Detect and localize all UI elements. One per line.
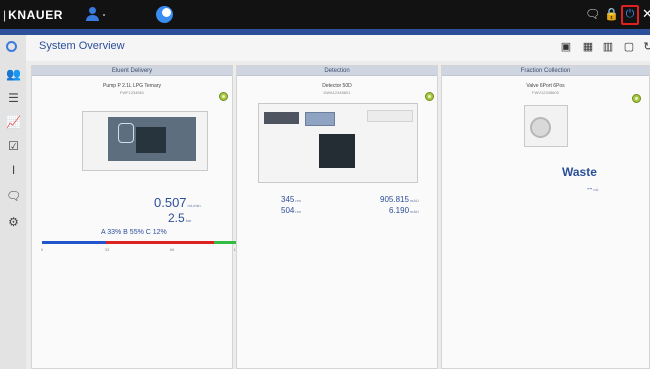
wavelength-2-unit: nm	[295, 209, 301, 214]
composition-text: A 33% B 55% C 12%	[101, 229, 167, 236]
brand-logo: | KNAUER	[3, 7, 63, 23]
flow-readout: 0.507mL/min	[154, 195, 201, 210]
volume-unit: mL	[593, 187, 599, 192]
top-bar: | KNAUER 🗨 🔒 ⏻ ✕	[0, 0, 650, 29]
home-icon[interactable]	[6, 41, 17, 52]
device-serial: FWV12345600	[532, 90, 559, 95]
composition-a	[42, 241, 107, 244]
chat-sidebar-icon[interactable]: 🗨	[6, 189, 21, 204]
pump-image	[78, 109, 218, 175]
title-row: System Overview ▣ ▦ ▥ ▢ ↻	[6, 35, 650, 61]
power-icon[interactable]: ⏻	[621, 5, 639, 25]
wavelength-1: 345nm	[281, 195, 301, 204]
device-name: Pump P 2.1L LPG Ternary	[103, 83, 161, 89]
single-view-icon[interactable]: ▢	[623, 41, 635, 53]
wavelength-2-value: 504	[281, 206, 295, 215]
composition-scale: 03366100	[40, 247, 240, 253]
signal-2-unit: mAU	[410, 209, 419, 214]
list-icon[interactable]: ☰	[6, 91, 21, 106]
signal-2: 6.190mAU	[389, 206, 419, 215]
pressure-unit: bar	[185, 218, 192, 223]
tile-view-icon[interactable]: ▦	[582, 41, 594, 53]
status-icon[interactable]	[425, 92, 434, 101]
cursor-icon[interactable]: I	[6, 163, 21, 178]
chat-icon[interactable]: 🗨	[585, 6, 600, 22]
valve-position: Waste	[562, 165, 597, 179]
status-icon[interactable]	[219, 92, 228, 101]
device-serial: FWF1234561	[119, 90, 145, 95]
lock-icon[interactable]: 🔒	[604, 6, 619, 22]
pressure-readout: 2.5bar	[168, 211, 191, 225]
panel-header-fraction: Fraction Collection	[442, 66, 649, 76]
grid-view-icon[interactable]: ▣	[560, 41, 572, 53]
logo-icon	[156, 6, 173, 23]
scale-tick: 66	[169, 247, 175, 252]
composition-c	[213, 241, 237, 244]
pressure-value: 2.5	[168, 211, 185, 225]
users-icon[interactable]: 👥	[6, 67, 21, 82]
brand-name: KNAUER	[8, 8, 64, 22]
status-icon[interactable]	[632, 94, 641, 103]
panel-fraction-collection: Fraction Collection Valve 6Port 6Pos FWV…	[441, 65, 650, 369]
device-serial: DWA12345601	[323, 90, 351, 95]
device-name: Valve 6Port 6Pos	[526, 83, 565, 89]
composition-bar	[42, 241, 237, 244]
user-status-dot	[103, 14, 105, 16]
app-window: | KNAUER 🗨 🔒 ⏻ ✕ 👥 ☰ 📈 ☑ I 🗨 ⚙ System Ov…	[0, 0, 650, 369]
brand-mark: |	[3, 8, 7, 22]
scale-tick: 0	[40, 247, 44, 252]
flow-unit: mL/min	[187, 203, 201, 208]
panel-eluent-delivery: Eluent Delivery Pump P 2.1L LPG Ternary …	[31, 65, 240, 369]
volume-readout: --mL	[587, 184, 599, 193]
user-icon[interactable]	[85, 7, 99, 22]
panel-header-eluent: Eluent Delivery	[32, 66, 232, 76]
chart-icon[interactable]: 📈	[6, 115, 21, 130]
signal-2-value: 6.190	[389, 206, 410, 215]
checkbox-icon[interactable]: ☑	[6, 139, 21, 154]
flow-value: 0.507	[154, 195, 187, 210]
signal-1-unit: mAU	[409, 198, 419, 203]
panel-header-detection: Detection	[237, 66, 437, 76]
valve-image	[524, 105, 568, 147]
wavelength-2: 504nm	[281, 206, 301, 215]
close-icon[interactable]: ✕	[642, 6, 650, 22]
signal-1: 905.815mAU	[380, 195, 419, 204]
device-name: Detector 50D	[322, 83, 352, 89]
scale-tick: 33	[104, 247, 110, 252]
composition-b	[106, 241, 214, 244]
wavelength-1-unit: nm	[295, 198, 301, 203]
signal-1-value: 905.815	[380, 195, 409, 204]
panel-detection: Detection Detector 50D DWA12345601 345nm…	[236, 65, 438, 369]
wavelength-1-value: 345	[281, 195, 295, 204]
refresh-icon[interactable]: ↻	[642, 41, 650, 53]
column-view-icon[interactable]: ▥	[602, 41, 614, 53]
sidebar: 👥 ☰ 📈 ☑ I 🗨 ⚙	[0, 35, 26, 369]
detector-image	[258, 103, 418, 183]
page-title: System Overview	[39, 40, 125, 52]
volume-value: --	[587, 184, 593, 193]
gear-icon[interactable]: ⚙	[6, 215, 21, 230]
